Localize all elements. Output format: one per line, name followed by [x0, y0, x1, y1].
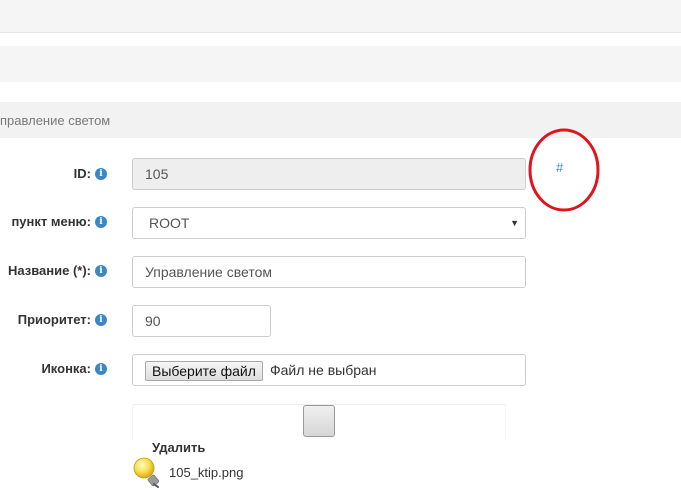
delete-icon-button[interactable]: Удалить: [152, 440, 205, 455]
icon-label-text: Иконка:: [41, 361, 91, 376]
name-label: Название (*): i: [8, 263, 107, 278]
id-field: 105: [132, 158, 526, 190]
name-label-text: Название (*):: [7, 263, 91, 278]
current-file-name: 105_ktip.png: [169, 465, 244, 480]
priority-label: Приоритет: i: [18, 312, 107, 327]
page: правление светом ID: i 105 # пункт меню:…: [0, 0, 681, 490]
lightbulb-icon: [133, 457, 159, 488]
annotation-circle: [528, 128, 600, 212]
parent-menu-select[interactable]: ROOT ▼: [132, 207, 526, 239]
info-icon[interactable]: i: [95, 264, 107, 277]
top-bar: [0, 0, 681, 33]
icon-preview: [132, 404, 506, 440]
priority-value: 90: [145, 313, 161, 329]
file-status: Файл не выбран: [270, 362, 377, 378]
name-value: Управление светом: [145, 264, 272, 280]
id-label-text: ID:: [73, 166, 91, 181]
choose-file-button[interactable]: Выберите файл: [145, 361, 263, 381]
preview-thumbnail[interactable]: [303, 405, 335, 437]
breadcrumb-bar: [0, 46, 681, 82]
info-icon[interactable]: i: [95, 167, 107, 180]
parent-menu-value: ROOT: [149, 215, 190, 231]
parent-menu-label-text: пункт меню:: [11, 214, 91, 229]
info-icon[interactable]: i: [95, 313, 107, 326]
name-input[interactable]: Управление светом: [132, 256, 526, 288]
parent-menu-label: пункт меню: i: [11, 214, 107, 229]
icon-file-input[interactable]: Выберите файл Файл не выбран: [132, 354, 526, 386]
page-title: правление светом: [0, 113, 111, 128]
priority-label-text: Приоритет:: [17, 312, 91, 327]
info-icon[interactable]: i: [95, 362, 107, 375]
icon-label: Иконка: i: [41, 361, 107, 376]
info-icon[interactable]: i: [95, 215, 107, 228]
id-value: 105: [145, 166, 169, 182]
chevron-down-icon: ▼: [510, 218, 519, 228]
priority-input[interactable]: 90: [132, 305, 271, 337]
id-label: ID: i: [74, 166, 107, 181]
